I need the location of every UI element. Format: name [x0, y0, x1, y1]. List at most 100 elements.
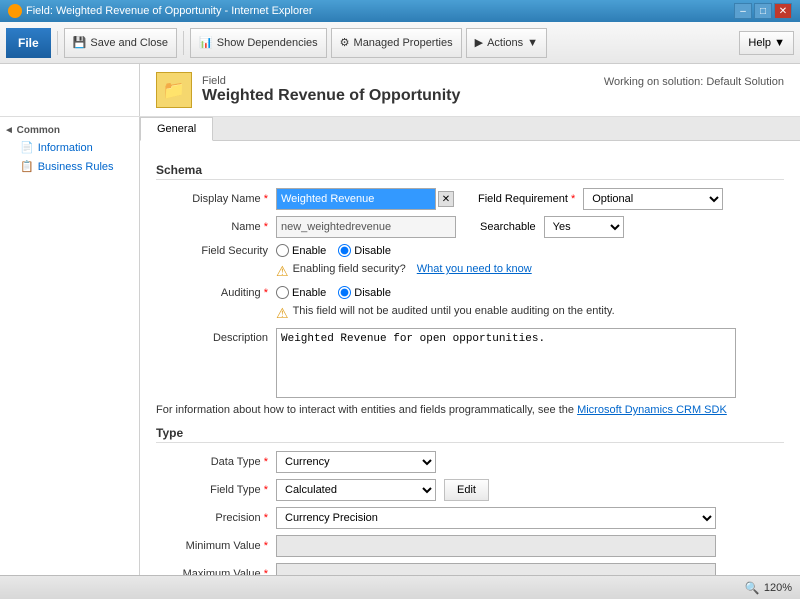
field-security-enable-option[interactable]: Enable — [276, 244, 326, 257]
maximize-button[interactable]: □ — [754, 3, 772, 19]
content-area: General Schema Display Name * ✕ Field Re… — [140, 117, 800, 575]
description-label: Description — [156, 328, 276, 344]
field-type-label: Field Type * — [156, 484, 276, 496]
auditing-radio-group: Enable Disable — [276, 286, 391, 299]
max-value-input[interactable]: 922,337,203,685,477.0000 — [276, 563, 716, 575]
actions-icon: ▶ — [475, 36, 483, 49]
information-icon: 📄 — [20, 141, 34, 154]
zoom-level: 120% — [764, 582, 792, 594]
display-name-row: Display Name * ✕ Field Requirement * Opt… — [156, 188, 784, 210]
save-icon: 💾 — [73, 36, 87, 49]
help-button[interactable]: Help ▼ — [739, 31, 794, 55]
properties-icon: ⚙ — [340, 36, 350, 49]
auditing-enable-option[interactable]: Enable — [276, 286, 326, 299]
searchable-label: Searchable — [480, 221, 536, 233]
description-textarea[interactable]: Weighted Revenue for open opportunities. — [276, 328, 736, 398]
field-icon: 📁 — [156, 72, 192, 108]
file-button[interactable]: File — [6, 28, 51, 58]
max-value-label: Maximum Value * — [156, 568, 276, 575]
actions-button[interactable]: ▶ Actions ▼ — [466, 28, 547, 58]
auditing-enable-radio[interactable] — [276, 286, 289, 299]
what-you-need-link[interactable]: What you need to know — [417, 263, 532, 275]
app-icon — [8, 4, 22, 18]
title-bar: Field: Weighted Revenue of Opportunity -… — [0, 0, 800, 22]
data-type-label: Data Type * — [156, 456, 276, 468]
searchable-select-wrapper: Yes No — [544, 216, 624, 238]
searchable-select[interactable]: Yes No — [544, 216, 624, 238]
field-security-warning: ⚠ Enabling field security? What you need… — [276, 263, 784, 280]
display-name-clear-button[interactable]: ✕ — [438, 191, 454, 207]
page-title: Weighted Revenue of Opportunity — [202, 87, 460, 105]
sidebar-item-business-rules[interactable]: 📋 Business Rules — [0, 157, 139, 176]
page-header: 📁 Field Weighted Revenue of Opportunity … — [0, 64, 800, 117]
auditing-control: Enable Disable — [276, 286, 784, 299]
minimize-button[interactable]: – — [734, 3, 752, 19]
field-security-label: Field Security — [156, 245, 276, 257]
tab-general[interactable]: General — [140, 117, 213, 141]
auditing-disable-option[interactable]: Disable — [338, 286, 391, 299]
max-value-row: Maximum Value * 922,337,203,685,477.0000 — [156, 563, 784, 575]
auditing-disable-radio[interactable] — [338, 286, 351, 299]
min-value-label: Minimum Value * — [156, 540, 276, 552]
status-bar: 🔍 120% — [0, 575, 800, 599]
toolbar-divider-1 — [57, 31, 58, 55]
common-section: ◄ Common — [0, 123, 139, 138]
show-dependencies-button[interactable]: 📊 Show Dependencies — [190, 28, 327, 58]
managed-properties-button[interactable]: ⚙ Managed Properties — [331, 28, 462, 58]
field-requirement-select[interactable]: Optional Required Recommended — [583, 188, 723, 210]
display-name-input[interactable] — [276, 188, 436, 210]
page-title-left: 📁 Field Weighted Revenue of Opportunity — [156, 72, 460, 108]
auditing-label: Auditing * — [156, 287, 276, 299]
field-type-control: Simple Calculated Rollup Edit — [276, 479, 784, 501]
description-row: Description Weighted Revenue for open op… — [156, 328, 784, 398]
precision-control: Currency Precision 1 2 3 4 — [276, 507, 784, 529]
max-value-control: 922,337,203,685,477.0000 — [276, 563, 784, 575]
window-title: Field: Weighted Revenue of Opportunity -… — [26, 5, 313, 17]
name-input[interactable] — [276, 216, 456, 238]
field-type-select[interactable]: Simple Calculated Rollup — [276, 479, 436, 501]
sdk-info-row: For information about how to interact wi… — [156, 404, 784, 416]
toolbar: File 💾 Save and Close 📊 Show Dependencie… — [0, 22, 800, 64]
name-label: Name * — [156, 221, 276, 233]
save-close-button[interactable]: 💾 Save and Close — [64, 28, 177, 58]
field-security-disable-radio[interactable] — [338, 244, 351, 257]
min-value-input[interactable]: -922,337,203,685,477.0000 — [276, 535, 716, 557]
window-controls[interactable]: – □ ✕ — [734, 3, 792, 19]
field-security-enable-radio[interactable] — [276, 244, 289, 257]
toolbar-divider-2 — [183, 31, 184, 55]
display-name-input-wrapper: ✕ — [276, 188, 454, 210]
sidebar-header-area — [0, 64, 140, 116]
zoom-icon: 🔍 — [745, 581, 760, 595]
page-title-content: Field Weighted Revenue of Opportunity — [202, 75, 460, 105]
edit-button[interactable]: Edit — [444, 479, 489, 501]
precision-select[interactable]: Currency Precision 1 2 3 4 — [276, 507, 716, 529]
display-name-control: ✕ Field Requirement * Optional Required … — [276, 188, 784, 210]
field-security-disable-option[interactable]: Disable — [338, 244, 391, 257]
name-row: Name * Searchable Yes No — [156, 216, 784, 238]
field-requirement-select-wrapper: Optional Required Recommended — [583, 188, 723, 210]
display-name-label: Display Name * — [156, 193, 276, 205]
close-button[interactable]: ✕ — [774, 3, 792, 19]
min-value-control: -922,337,203,685,477.0000 — [276, 535, 784, 557]
working-on-label: Working on solution: Default Solution — [604, 72, 784, 88]
auditing-warning: ⚠ This field will not be audited until y… — [276, 305, 784, 322]
tab-bar: General — [140, 117, 800, 141]
field-security-control: Enable Disable — [276, 244, 784, 257]
sidebar-item-information[interactable]: 📄 Information — [0, 138, 139, 157]
field-type-row: Field Type * Simple Calculated Rollup Ed… — [156, 479, 784, 501]
field-security-radio-group: Enable Disable — [276, 244, 391, 257]
auditing-warning-icon: ⚠ — [276, 305, 289, 322]
sdk-link[interactable]: Microsoft Dynamics CRM SDK — [577, 404, 727, 416]
page-title-area: 📁 Field Weighted Revenue of Opportunity … — [140, 64, 800, 116]
required-star: * — [264, 193, 268, 205]
precision-row: Precision * Currency Precision 1 2 3 4 — [156, 507, 784, 529]
description-control: Weighted Revenue for open opportunities. — [276, 328, 784, 398]
sidebar: ◄ Common 📄 Information 📋 Business Rules — [0, 117, 140, 575]
field-type-label: Field — [202, 75, 460, 87]
data-type-select[interactable]: Currency Decimal Float Integer — [276, 451, 436, 473]
dependencies-icon: 📊 — [199, 36, 213, 49]
field-requirement-label: Field Requirement * — [478, 193, 575, 205]
auditing-row: Auditing * Enable Disable — [156, 286, 784, 299]
warning-icon: ⚠ — [276, 263, 289, 280]
data-type-control: Currency Decimal Float Integer — [276, 451, 784, 473]
